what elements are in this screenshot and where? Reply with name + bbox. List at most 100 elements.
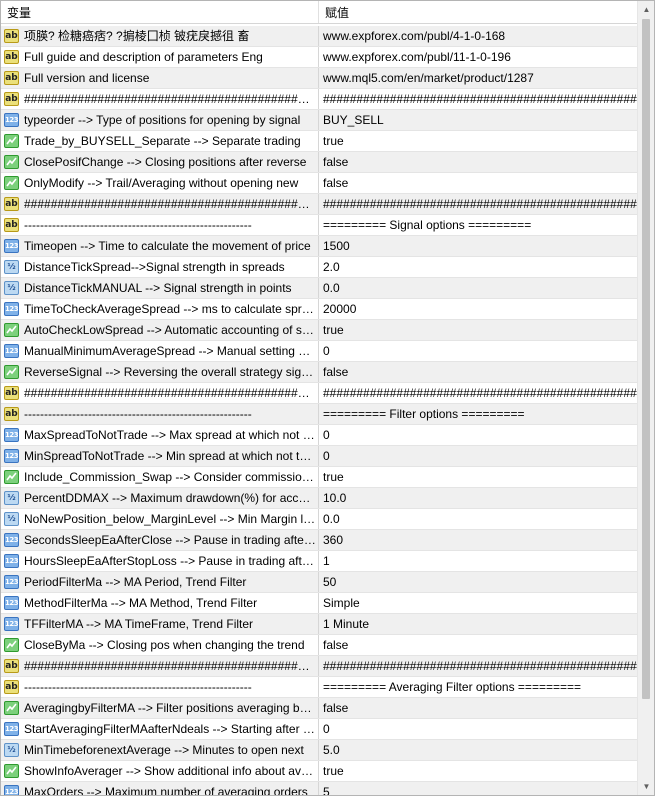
- variable-name: ########################################…: [24, 659, 316, 673]
- value-cell[interactable]: 0.0: [319, 509, 637, 529]
- value-cell[interactable]: ########################################…: [319, 383, 637, 403]
- value-cell[interactable]: 0: [319, 425, 637, 445]
- parameter-row[interactable]: ShowInfoAverager --> Show additional inf…: [1, 761, 637, 782]
- parameter-row[interactable]: ab --------------------------------------…: [1, 215, 637, 236]
- parameter-row[interactable]: ½ MinTimebeforenextAverage --> Minutes to…: [1, 740, 637, 761]
- string-type-icon: ab: [4, 29, 19, 43]
- value-cell[interactable]: Simple: [319, 593, 637, 613]
- integer-type-icon: 123: [4, 554, 19, 568]
- value-cell[interactable]: BUY_SELL: [319, 110, 637, 130]
- parameter-row[interactable]: AveragingbyFilterMA --> Filter positions…: [1, 698, 637, 719]
- scroll-down-arrow-icon[interactable]: ▼: [638, 778, 654, 795]
- value-cell[interactable]: www.expforex.com/publ/11-1-0-196: [319, 47, 637, 67]
- grid-header: 变量 赋值: [1, 1, 637, 24]
- parameter-row[interactable]: 123 PeriodFilterMa --> MA Period, Trend F…: [1, 572, 637, 593]
- parameter-row[interactable]: 123 SecondsSleepEaAfterClose --> Pause in…: [1, 530, 637, 551]
- value-cell[interactable]: true: [319, 320, 637, 340]
- value-cell[interactable]: www.mql5.com/en/market/product/1287: [319, 68, 637, 88]
- parameter-row[interactable]: 123 TFFilterMA --> MA TimeFrame, Trend Fi…: [1, 614, 637, 635]
- parameter-row[interactable]: ab ######################################…: [1, 194, 637, 215]
- parameter-row[interactable]: ab ######################################…: [1, 383, 637, 404]
- value-cell[interactable]: ########################################…: [319, 656, 637, 676]
- double-type-icon: ½: [4, 491, 19, 505]
- boolean-type-icon: [4, 176, 19, 190]
- scroll-up-arrow-icon[interactable]: ▲: [638, 1, 654, 18]
- value-cell[interactable]: false: [319, 152, 637, 172]
- parameter-rows: ab 项朠? 检糖癌痞? ?掮棱囗桢 铍疣戾撼徂 畜 www.expforex.co…: [1, 26, 637, 795]
- value-cell[interactable]: 50: [319, 572, 637, 592]
- parameter-row[interactable]: ab Full version and license www.mql5.com/e…: [1, 68, 637, 89]
- parameter-row[interactable]: ½ NoNewPosition_below_MarginLevel --> Min…: [1, 509, 637, 530]
- parameter-row[interactable]: 123 Timeopen --> Time to calculate the mo…: [1, 236, 637, 257]
- parameter-row[interactable]: ½ PercentDDMAX --> Maximum drawdown(%) fo…: [1, 488, 637, 509]
- value-cell[interactable]: 1500: [319, 236, 637, 256]
- parameter-row[interactable]: 123 MethodFilterMa --> MA Method, Trend F…: [1, 593, 637, 614]
- value-cell[interactable]: 5: [319, 782, 637, 795]
- parameter-row[interactable]: ReverseSignal --> Reversing the overall …: [1, 362, 637, 383]
- parameter-row[interactable]: 123 StartAveragingFilterMAafterNdeals -->…: [1, 719, 637, 740]
- parameter-row[interactable]: AutoCheckLowSpread --> Automatic account…: [1, 320, 637, 341]
- parameter-row[interactable]: 123 TimeToCheckAverageSpread --> ms to ca…: [1, 299, 637, 320]
- parameter-row[interactable]: ClosePosifChange --> Closing positions a…: [1, 152, 637, 173]
- value-cell[interactable]: false: [319, 173, 637, 193]
- column-header-value[interactable]: 赋值: [319, 1, 637, 23]
- variable-name: TFFilterMA --> MA TimeFrame, Trend Filte…: [24, 617, 254, 631]
- value-cell[interactable]: ########################################…: [319, 89, 637, 109]
- value-cell[interactable]: 20000: [319, 299, 637, 319]
- variable-name: 项朠? 检糖癌痞? ?掮棱囗桢 铍疣戾撼徂 畜: [24, 29, 250, 43]
- variable-cell: ½ PercentDDMAX --> Maximum drawdown(%) fo…: [1, 488, 319, 508]
- parameter-row[interactable]: ab ######################################…: [1, 656, 637, 677]
- parameter-row[interactable]: ab ######################################…: [1, 89, 637, 110]
- parameter-row[interactable]: 123 HoursSleepEaAfterStopLoss --> Pause i…: [1, 551, 637, 572]
- parameter-row[interactable]: OnlyModify --> Trail/Averaging without o…: [1, 173, 637, 194]
- value-cell[interactable]: 0: [319, 446, 637, 466]
- variable-name: NoNewPosition_below_MarginLevel --> Min …: [24, 512, 316, 526]
- parameter-row[interactable]: 123 typeorder --> Type of positions for o…: [1, 110, 637, 131]
- value-cell[interactable]: true: [319, 467, 637, 487]
- value-cell[interactable]: 2.0: [319, 257, 637, 277]
- parameter-row[interactable]: 123 MaxSpreadToNotTrade --> Max spread at…: [1, 425, 637, 446]
- parameter-row[interactable]: ab --------------------------------------…: [1, 677, 637, 698]
- parameter-row[interactable]: CloseByMa --> Closing pos when changing …: [1, 635, 637, 656]
- parameter-row[interactable]: ab Full guide and description of paramete…: [1, 47, 637, 68]
- value-cell[interactable]: ========= Filter options =========: [319, 404, 637, 424]
- value-cell[interactable]: ========= Averaging Filter options =====…: [319, 677, 637, 697]
- string-type-icon: ab: [4, 386, 19, 400]
- variable-name: ########################################…: [24, 197, 316, 211]
- parameter-row[interactable]: Trade_by_BUYSELL_Separate --> Separate t…: [1, 131, 637, 152]
- variable-cell: 123 Timeopen --> Time to calculate the mo…: [1, 236, 319, 256]
- variable-cell: ab --------------------------------------…: [1, 215, 319, 235]
- double-type-icon: ½: [4, 260, 19, 274]
- value-cell[interactable]: ========= Signal options =========: [319, 215, 637, 235]
- variable-cell: ab 项朠? 检糖癌痞? ?掮棱囗桢 铍疣戾撼徂 畜: [1, 26, 319, 46]
- value-cell[interactable]: false: [319, 698, 637, 718]
- value-cell[interactable]: 0: [319, 341, 637, 361]
- vertical-scrollbar[interactable]: ▲ ▼: [637, 1, 654, 795]
- double-type-icon: ½: [4, 281, 19, 295]
- parameter-row[interactable]: ½ DistanceTickMANUAL --> Signal strength …: [1, 278, 637, 299]
- variable-cell: ab ######################################…: [1, 383, 319, 403]
- value-cell[interactable]: true: [319, 761, 637, 781]
- parameter-row[interactable]: ab 项朠? 检糖癌痞? ?掮棱囗桢 铍疣戾撼徂 畜 www.expforex.co…: [1, 26, 637, 47]
- parameter-row[interactable]: ½ DistanceTickSpread-->Signal strength in…: [1, 257, 637, 278]
- parameter-row[interactable]: 123 MinSpreadToNotTrade --> Min spread at…: [1, 446, 637, 467]
- parameter-row[interactable]: Include_Commission_Swap --> Consider com…: [1, 467, 637, 488]
- parameter-row[interactable]: 123 ManualMinimumAverageSpread --> Manual…: [1, 341, 637, 362]
- value-cell[interactable]: 0: [319, 719, 637, 739]
- value-cell[interactable]: www.expforex.com/publ/4-1-0-168: [319, 26, 637, 46]
- value-cell[interactable]: 1: [319, 551, 637, 571]
- parameter-row[interactable]: 123 MaxOrders --> Maximum number of avera…: [1, 782, 637, 795]
- value-cell[interactable]: false: [319, 635, 637, 655]
- value-cell[interactable]: 0.0: [319, 278, 637, 298]
- string-type-icon: ab: [4, 197, 19, 211]
- value-cell[interactable]: 10.0: [319, 488, 637, 508]
- value-cell[interactable]: 1 Minute: [319, 614, 637, 634]
- value-cell[interactable]: 5.0: [319, 740, 637, 760]
- column-header-variable[interactable]: 变量: [1, 1, 319, 23]
- value-cell[interactable]: true: [319, 131, 637, 151]
- value-cell[interactable]: 360: [319, 530, 637, 550]
- value-cell[interactable]: false: [319, 362, 637, 382]
- scrollbar-thumb[interactable]: [642, 19, 650, 699]
- value-cell[interactable]: ########################################…: [319, 194, 637, 214]
- parameter-row[interactable]: ab --------------------------------------…: [1, 404, 637, 425]
